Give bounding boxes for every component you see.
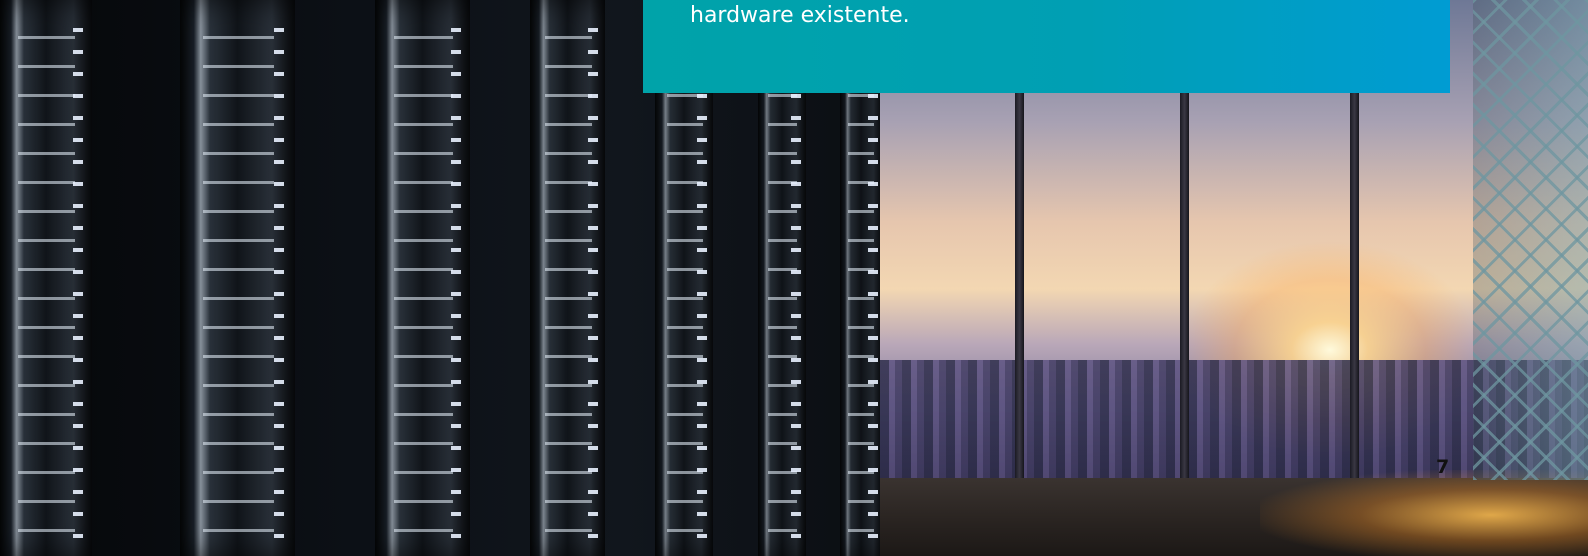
document-page: hardware existente. 7	[0, 0, 1588, 556]
server-rack	[180, 0, 295, 556]
body-text: hardware existente.	[690, 3, 910, 28]
server-rack	[375, 0, 470, 556]
text-banner: hardware existente.	[643, 0, 1450, 93]
server-rack	[530, 0, 605, 556]
floor-sun-reflection	[1260, 470, 1588, 556]
server-rack	[0, 0, 92, 556]
lattice-tower	[1473, 0, 1588, 480]
page-number: 7	[1436, 456, 1450, 478]
